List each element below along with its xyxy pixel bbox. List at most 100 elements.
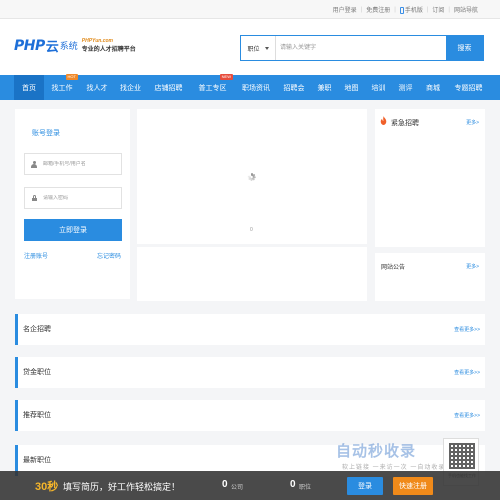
slide-indicator[interactable]: 0 <box>250 227 253 233</box>
nav-item[interactable]: 招聘会 <box>277 75 311 100</box>
login-title[interactable]: 账号登录 <box>32 128 60 138</box>
nav-item-label: 找工作 <box>51 84 73 92</box>
user-icon <box>25 160 43 168</box>
company-count: 0 <box>222 479 228 490</box>
nav-item[interactable]: 专题招聘 <box>447 75 490 100</box>
site-logo[interactable]: PHP 云 系统 PHPYun.com 专业的人才招聘平台 <box>14 36 136 56</box>
bottom-text: 填写简历，好工作轻松搞定！ <box>63 482 181 492</box>
search-category-select[interactable]: 职位 <box>241 36 276 60</box>
nav-item[interactable]: 首页 <box>14 75 44 100</box>
qr-code-icon <box>449 443 475 469</box>
nav-item[interactable]: 兼职 <box>311 75 338 100</box>
nav-item-label: 兼职 <box>317 84 332 92</box>
nav-item-label: 普工专区 <box>198 84 227 92</box>
lock-icon <box>25 195 43 201</box>
separator: | <box>360 6 363 13</box>
section-more-link[interactable]: 查看更多>> <box>454 369 480 376</box>
flame-icon <box>380 116 387 125</box>
forgot-password-link[interactable]: 忘记密码 <box>97 251 121 260</box>
section-title: 推荐职位 <box>23 412 51 419</box>
banner-slider[interactable]: 0 <box>137 109 367 244</box>
section-more-link[interactable]: 查看更多>> <box>454 326 480 333</box>
logo-xitong-text: 系统 <box>59 41 78 51</box>
bottom-signup-bar: 30秒 填写简历，好工作轻松搞定！ 0 公司 0 职位 登录 快速注册 <box>0 471 500 500</box>
nav-item-label: 培训 <box>371 84 386 92</box>
section-title: 最新职位 <box>23 457 51 464</box>
free-register-link[interactable]: 免费注册 <box>366 5 390 14</box>
subscribe-link[interactable]: 订阅 <box>432 5 444 14</box>
bottom-highlight: 30秒 <box>35 481 59 493</box>
job-label: 职位 <box>299 485 312 491</box>
nav-item[interactable]: 测评 <box>392 75 419 100</box>
mobile-version-link[interactable]: 手机版 <box>399 5 423 14</box>
top-links: 用户登录 | 免费注册 | 手机版 | 订阅 | 网站导航 <box>333 5 478 15</box>
nav-item-label: 找人才 <box>86 84 108 92</box>
mobile-version-label: 手机版 <box>404 8 423 14</box>
logo-yun-text: 云 <box>45 40 59 55</box>
register-account-link[interactable]: 注册账号 <box>24 251 48 260</box>
nav-item[interactable]: 培训 <box>365 75 392 100</box>
nav-item[interactable]: 店铺招聘 <box>147 75 190 100</box>
nav-item-label: 职场资讯 <box>242 84 270 92</box>
nav-item[interactable]: 商城 <box>419 75 447 100</box>
job-count: 0 <box>290 479 296 490</box>
separator: | <box>426 6 429 13</box>
nav-item[interactable]: 普工专区 NEW <box>190 74 235 100</box>
nav-items: 首页 找工作 HOT 找人才 找企业 店铺招聘 普工专区 NEW 职场资讯 招聘会 兼职 地图 培训 测评… <box>14 74 490 100</box>
user-login-link[interactable]: 用户登录 <box>333 5 357 14</box>
search-button[interactable]: 搜索 <box>446 36 483 60</box>
search-bar: 职位 搜索 <box>240 35 484 61</box>
password-input[interactable] <box>43 195 117 201</box>
username-input[interactable] <box>43 161 117 167</box>
quick-register-button[interactable]: 快速注册 <box>393 477 433 495</box>
separator: | <box>448 6 450 13</box>
loading-spinner-icon <box>247 173 256 181</box>
search-input[interactable] <box>276 36 446 60</box>
main-nav: 首页 找工作 HOT 找人才 找企业 店铺招聘 普工专区 NEW 职场资讯 招聘会 兼职 地图 培训 测评… <box>0 74 500 100</box>
nav-badge: HOT <box>65 74 78 80</box>
urgent-jobs-title: 紧急招聘 <box>391 120 419 127</box>
section-famous-companies: 名企招聘 查看更多>> <box>15 314 485 345</box>
section-title: 名企招聘 <box>23 326 51 333</box>
nav-item-label: 专题招聘 <box>454 84 483 92</box>
notice-more-link[interactable]: 更多> <box>466 263 479 270</box>
urgent-more-link[interactable]: 更多> <box>466 119 479 126</box>
banner-secondary <box>137 247 367 301</box>
watermark-subtext: 软上链接 一来访一次 一自动收录 <box>342 465 446 471</box>
section-recommended-jobs: 推荐职位 查看更多>> <box>15 400 485 431</box>
nav-item[interactable]: 找企业 <box>114 75 147 100</box>
site-nav-link[interactable]: 网站导航 <box>454 5 478 14</box>
section-title: 贷金职位 <box>23 369 51 376</box>
login-panel: 账号登录 立即登录 注册账号 忘记密码 <box>15 109 130 299</box>
bottom-login-button[interactable]: 登录 <box>347 477 383 495</box>
nav-item-label: 店铺招聘 <box>154 84 183 92</box>
logo-slogan: 专业的人才招聘平台 <box>81 47 136 53</box>
logo-php-text: PHP <box>14 37 45 54</box>
nav-item[interactable]: 地图 <box>338 75 365 100</box>
separator: | <box>394 6 396 13</box>
nav-item-label: 找企业 <box>120 84 141 92</box>
logo-tagline: PHPYun.com 专业的人才招聘平台 <box>82 38 136 53</box>
chevron-down-icon <box>264 46 269 50</box>
nav-badge: NEW <box>219 74 233 80</box>
notice-title: 网站公告 <box>381 265 406 271</box>
username-field[interactable] <box>24 153 122 175</box>
urgent-jobs-panel: 紧急招聘 更多> <box>375 109 485 247</box>
nav-item-label: 商城 <box>426 84 440 92</box>
nav-item-label: 招聘会 <box>283 84 305 92</box>
nav-item[interactable]: 找人才 <box>80 75 114 100</box>
nav-item[interactable]: 职场资讯 <box>235 75 277 100</box>
company-label: 公司 <box>231 485 244 491</box>
search-category-label: 职位 <box>247 46 260 53</box>
nav-item-label: 测评 <box>398 84 413 92</box>
section-reward-jobs: 贷金职位 查看更多>> <box>15 357 485 388</box>
site-header: PHP 云 系统 PHPYun.com 专业的人才招聘平台 职位 搜索 <box>0 19 500 75</box>
login-button[interactable]: 立即登录 <box>24 219 122 241</box>
nav-item-label: 地图 <box>344 84 359 92</box>
nav-item-label: 首页 <box>22 84 36 92</box>
section-more-link[interactable]: 查看更多>> <box>454 412 480 419</box>
password-field[interactable] <box>24 187 122 209</box>
nav-item[interactable]: 找工作 HOT <box>44 74 80 100</box>
phone-icon <box>399 6 404 14</box>
watermark-text: 自动秒收录 <box>336 443 417 460</box>
